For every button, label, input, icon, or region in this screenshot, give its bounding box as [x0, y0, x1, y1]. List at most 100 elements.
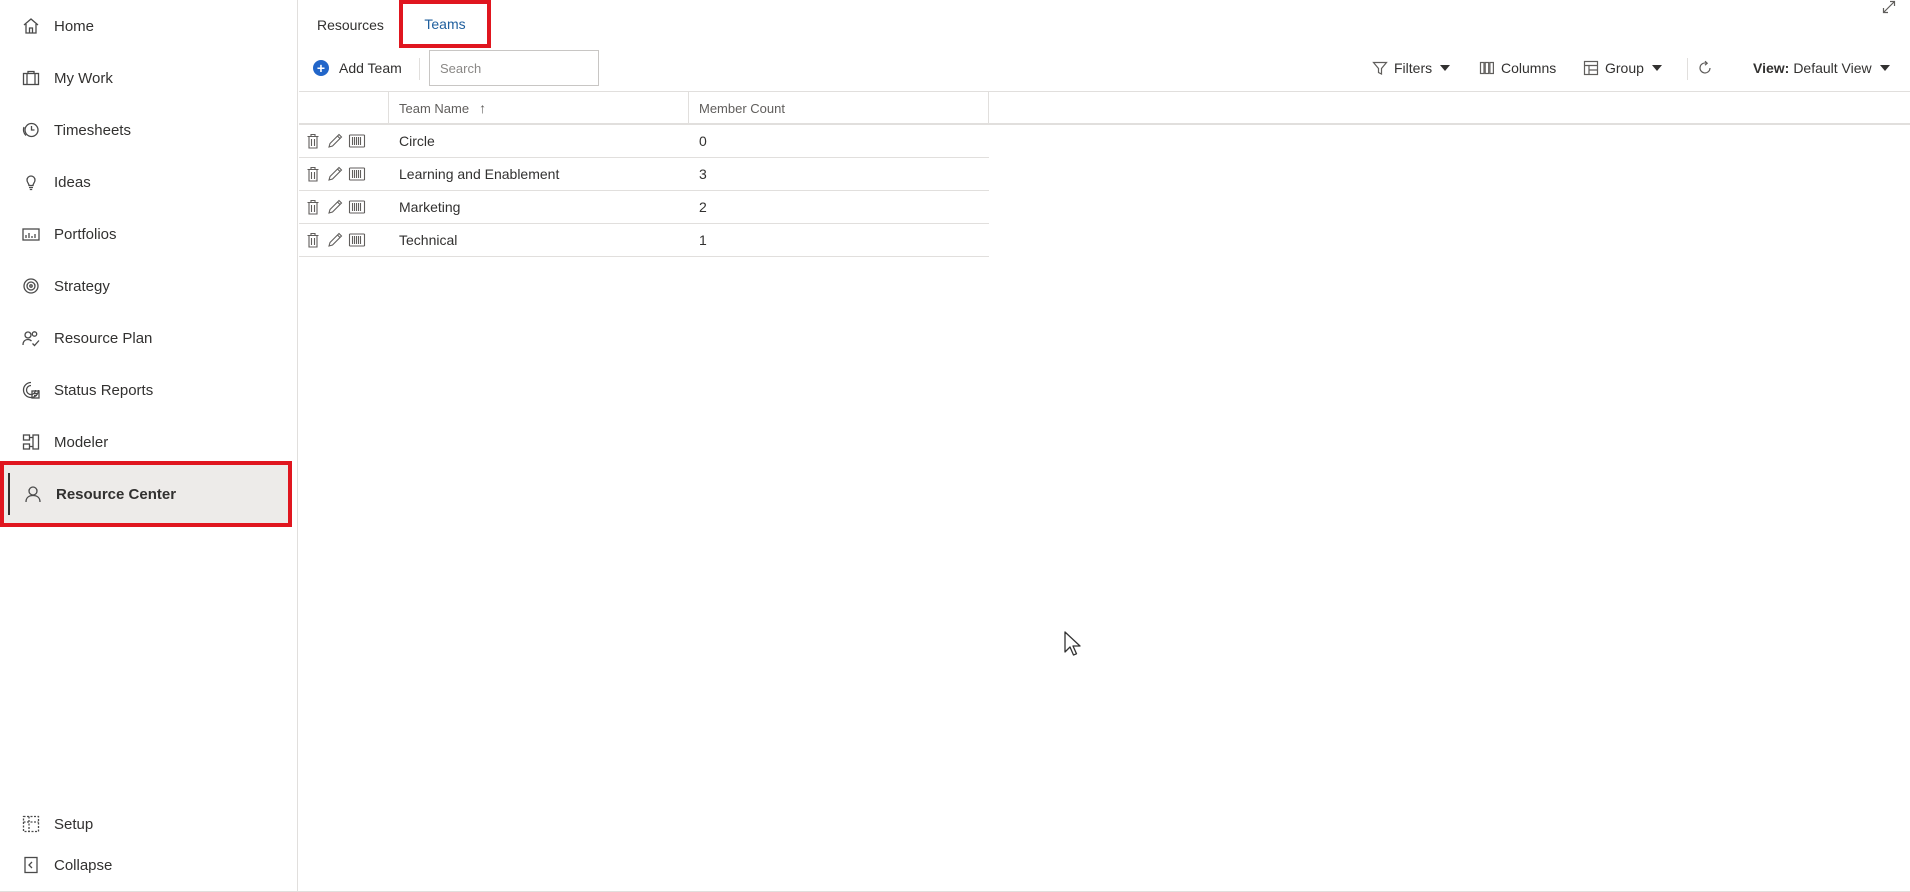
column-header-team-name[interactable]: Team Name ↑ [389, 92, 689, 124]
row-actions [303, 224, 389, 256]
toolbar-divider [1687, 58, 1688, 80]
team-name-cell: Technical [399, 232, 458, 248]
edit-icon[interactable] [325, 197, 345, 217]
column-header-member-count[interactable]: Member Count [689, 92, 989, 124]
sidebar-item-modeler[interactable]: Modeler [0, 416, 298, 468]
filter-icon [1372, 61, 1388, 75]
toolbar-divider [419, 58, 420, 80]
chevron-down-icon [1440, 65, 1451, 71]
status-report-icon [20, 379, 42, 401]
target-icon [20, 275, 42, 297]
group-button[interactable]: Group [1583, 54, 1662, 82]
table-row[interactable]: Technical 1 [299, 224, 989, 257]
delete-icon[interactable] [303, 230, 323, 250]
sidebar-item-label: Status Reports [54, 381, 154, 399]
member-count-cell: 3 [699, 166, 707, 182]
sidebar-item-resource-center[interactable]: Resource Center [0, 461, 292, 527]
lightbulb-icon [20, 171, 42, 193]
setup-icon [20, 813, 42, 835]
chevron-down-icon [1651, 65, 1662, 71]
add-team-button[interactable]: + Add Team [313, 54, 402, 82]
barcode-icon[interactable] [347, 197, 367, 217]
member-count-cell: 1 [699, 232, 707, 248]
filters-button[interactable]: Filters [1372, 54, 1451, 82]
home-icon [20, 15, 42, 37]
member-count-cell: 2 [699, 199, 707, 215]
filters-label: Filters [1394, 60, 1433, 76]
sidebar-item-resource-plan[interactable]: Resource Plan [0, 312, 298, 364]
columns-label: Columns [1501, 60, 1557, 76]
sidebar-item-ideas[interactable]: Ideas [0, 156, 298, 208]
actions-column-header [299, 92, 389, 124]
tab-bar: Resources Teams [299, 0, 1910, 48]
sidebar-item-label: Setup [54, 815, 94, 833]
people-check-icon [20, 327, 42, 349]
sidebar-item-status-reports[interactable]: Status Reports [0, 364, 298, 416]
sidebar-item-home[interactable]: Home [0, 0, 298, 52]
collapse-icon [20, 854, 42, 876]
tab-resources[interactable]: Resources [317, 6, 384, 44]
teams-grid: Team Name ↑ Member Count Circle 0 Learni… [299, 91, 1910, 257]
sidebar-item-timesheets[interactable]: Timesheets [0, 104, 298, 156]
delete-icon[interactable] [303, 164, 323, 184]
sidebar-item-strategy[interactable]: Strategy [0, 260, 298, 312]
expand-icon[interactable] [1882, 0, 1896, 14]
table-row[interactable]: Marketing 2 [299, 191, 989, 224]
sidebar-item-collapse[interactable]: Collapse [0, 840, 298, 890]
column-header-label: Team Name [399, 100, 470, 116]
member-count-cell: 0 [699, 133, 707, 149]
refresh-button[interactable] [1695, 54, 1715, 82]
team-name-cell: Circle [399, 133, 435, 149]
barcode-icon[interactable] [347, 164, 367, 184]
group-icon [1583, 60, 1599, 76]
edit-icon[interactable] [325, 164, 345, 184]
edit-icon[interactable] [325, 131, 345, 151]
sidebar-item-label: Resource Plan [54, 329, 153, 347]
row-actions [303, 191, 389, 223]
table-row[interactable]: Circle 0 [299, 125, 989, 158]
column-header-label: Member Count [699, 100, 785, 116]
edit-icon[interactable] [325, 230, 345, 250]
search-input[interactable] [429, 50, 599, 86]
grid-header: Team Name ↑ Member Count [299, 91, 1910, 125]
row-actions [303, 158, 389, 190]
delete-icon[interactable] [303, 131, 323, 151]
barcode-icon[interactable] [347, 230, 367, 250]
columns-button[interactable]: Columns [1479, 54, 1556, 82]
team-name-cell: Learning and Enablement [399, 166, 560, 182]
delete-icon[interactable] [303, 197, 323, 217]
person-icon [22, 483, 44, 505]
plus-circle-icon: + [313, 60, 329, 76]
chevron-down-icon [1879, 65, 1890, 71]
sidebar-item-label: Timesheets [54, 121, 131, 139]
main-content: Resources Teams + Add Team Filters Colum… [299, 0, 1910, 892]
sidebar: Home My Work Timesheets Ideas Portfolios [0, 0, 298, 892]
app-window: Home My Work Timesheets Ideas Portfolios [0, 0, 1910, 892]
sidebar-item-label: Ideas [54, 173, 91, 191]
sidebar-item-label: Collapse [54, 856, 113, 874]
columns-icon [1479, 61, 1494, 75]
view-selector[interactable]: View: Default View [1753, 54, 1890, 82]
view-value: Default View [1793, 60, 1872, 76]
group-label: Group [1605, 60, 1644, 76]
refresh-icon [1699, 60, 1711, 74]
sidebar-item-label: Modeler [54, 433, 109, 451]
modeler-icon [20, 431, 42, 453]
tab-teams[interactable]: Teams [399, 0, 491, 48]
sidebar-item-label: Home [54, 17, 95, 35]
sidebar-item-label: Resource Center [56, 485, 177, 503]
sidebar-item-portfolios[interactable]: Portfolios [0, 208, 298, 260]
portfolio-chart-icon [20, 223, 42, 245]
sidebar-item-label: My Work [54, 69, 113, 87]
sort-ascending-icon: ↑ [479, 100, 487, 116]
mouse-cursor-icon [1064, 631, 1081, 656]
sidebar-item-label: Portfolios [54, 225, 117, 243]
view-prefix: View: [1753, 60, 1790, 76]
team-name-cell: Marketing [399, 199, 461, 215]
row-actions [303, 125, 389, 157]
table-row[interactable]: Learning and Enablement 3 [299, 158, 989, 191]
clock-icon [20, 119, 42, 141]
barcode-icon[interactable] [347, 131, 367, 151]
sidebar-item-my-work[interactable]: My Work [0, 52, 298, 104]
add-team-label: Add Team [339, 60, 402, 76]
